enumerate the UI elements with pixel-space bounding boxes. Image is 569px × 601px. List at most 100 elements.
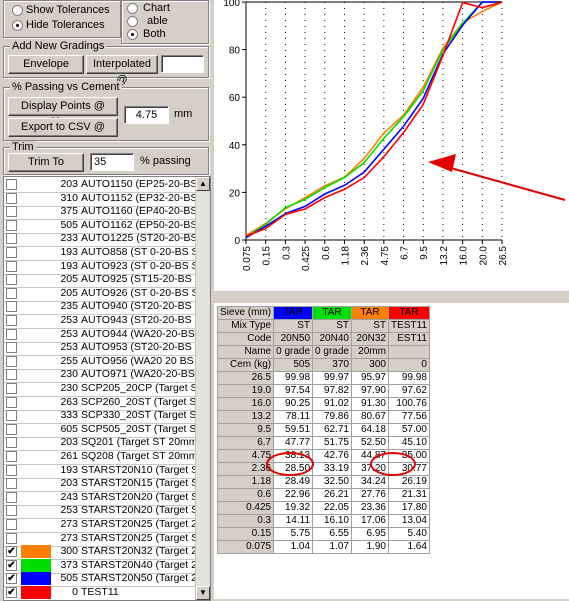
list-item-checkbox[interactable] <box>6 532 17 544</box>
list-item-color-swatch <box>21 450 51 463</box>
table-row: 0.425 19.32 22.05 23.36 17.80 <box>216 501 430 515</box>
table-meta-cell <box>387 345 430 359</box>
table-meta-cell: 20mm <box>350 345 389 359</box>
interpolated-button[interactable]: Interpolated @ <box>86 55 158 86</box>
scroll-up-arrow-icon[interactable]: ▲ <box>196 177 210 191</box>
table-cell: 26.21 <box>312 488 352 502</box>
list-item-checkbox[interactable] <box>6 274 17 286</box>
list-item-color-swatch <box>21 558 51 572</box>
annotation-arrow-head <box>428 154 456 172</box>
table-label[interactable]: able <box>147 15 168 28</box>
chart-radio[interactable] <box>127 3 138 14</box>
table-meta-cell: 0 grade <box>312 345 352 359</box>
interpolated-input[interactable] <box>161 55 204 73</box>
table-meta-cell: Cem (kg) <box>216 358 275 372</box>
list-item-checkbox[interactable] <box>6 192 17 204</box>
export-csv-button[interactable]: Export to CSV @ <box>8 118 118 137</box>
table-cell: 78.11 <box>273 410 314 424</box>
table-cell: 5.40 <box>387 527 430 541</box>
list-item-checkbox[interactable] <box>6 233 17 245</box>
list-item-checkbox[interactable] <box>6 491 17 503</box>
trim-to-button[interactable]: Trim To <box>8 153 84 172</box>
list-item-checkbox[interactable] <box>6 369 17 381</box>
show-tolerances-radio[interactable] <box>12 5 23 16</box>
list-item-checkbox[interactable] <box>6 355 17 367</box>
list-item-checkbox[interactable] <box>6 519 17 530</box>
hide-tolerances-radio[interactable] <box>12 20 23 31</box>
list-item-color-swatch <box>21 382 51 395</box>
list-item-checkbox[interactable] <box>6 301 17 313</box>
show-tolerances-label[interactable]: Show Tolerances <box>26 4 110 17</box>
table-header-cell[interactable]: TAR <box>273 306 314 320</box>
list-item-checkbox[interactable]: ✔ <box>6 573 17 585</box>
table-header-cell[interactable]: TAR <box>312 306 352 320</box>
passing-cement-title: % Passing vs Cement <box>10 81 122 93</box>
table-cell: 22.96 <box>273 488 314 502</box>
trim-input[interactable]: 35 <box>90 153 134 171</box>
list-item-checkbox[interactable] <box>6 478 17 490</box>
mix-list[interactable]: 203AUTO1150 (EP25-20-BS S1310AUTO1152 (E… <box>3 176 211 601</box>
list-item-color-swatch <box>21 423 51 436</box>
x-tick-label: 0.6 <box>321 246 332 260</box>
scroll-down-arrow-icon[interactable]: ▼ <box>196 586 210 600</box>
both-radio[interactable] <box>127 29 138 40</box>
list-item-checkbox[interactable] <box>6 464 17 476</box>
both-label[interactable]: Both <box>143 28 166 41</box>
envelope-button[interactable]: Envelope <box>8 55 84 74</box>
list-item-checkbox[interactable] <box>6 423 17 435</box>
list-item-checkbox[interactable] <box>6 437 17 449</box>
table-header-cell[interactable]: Sieve (mm) <box>216 306 275 320</box>
list-item-checkbox[interactable] <box>6 219 17 231</box>
list-item-color-swatch <box>21 504 51 517</box>
list-item-checkbox[interactable] <box>6 206 17 218</box>
table-cell: 62.71 <box>312 423 352 437</box>
table-meta-row: Mix Type ST ST ST TEST11 <box>216 319 430 333</box>
table-header-cell[interactable]: TAR <box>387 306 430 320</box>
list-item-checkbox[interactable] <box>6 383 17 394</box>
list-item-checkbox[interactable] <box>6 247 17 258</box>
list-item-checkbox[interactable]: ✔ <box>6 587 17 598</box>
list-item-checkbox[interactable] <box>6 287 17 299</box>
list-item-checkbox[interactable] <box>6 451 17 462</box>
list-item-checkbox[interactable] <box>6 342 17 354</box>
list-item-checkbox[interactable] <box>6 328 17 340</box>
annotation-arrow-shaft <box>439 164 566 201</box>
table-cell: 64.18 <box>350 423 389 437</box>
table-cell: 22.05 <box>312 501 352 515</box>
table-header-cell[interactable]: TAR <box>350 306 389 320</box>
table-cell: 21.31 <box>387 488 430 502</box>
list-item-checkbox[interactable] <box>6 260 17 272</box>
table-cell: 6.7 <box>216 436 275 450</box>
list-item-checkbox[interactable] <box>6 505 17 517</box>
table-radio[interactable] <box>127 16 138 27</box>
table-cell: 57.00 <box>387 423 430 437</box>
splitter[interactable] <box>214 293 569 301</box>
table-meta-cell: Name <box>216 345 275 359</box>
list-item-checkbox[interactable] <box>6 315 17 326</box>
list-item-checkbox[interactable] <box>6 396 17 408</box>
table-cell: 28.49 <box>273 475 314 489</box>
list-item-color-swatch <box>21 355 51 368</box>
list-item-checkbox[interactable] <box>6 410 17 422</box>
mix-list-scrollbar[interactable]: ▲ ▼ <box>195 177 210 600</box>
list-item-checkbox[interactable] <box>6 179 17 190</box>
table-cell: 0.6 <box>216 488 275 502</box>
table-cell: 17.80 <box>387 501 430 515</box>
hide-tolerances-label[interactable]: Hide Tolerances <box>26 19 105 32</box>
display-points-button[interactable]: Display Points @ Sieve <box>8 97 118 128</box>
y-tick-label: 80 <box>229 46 241 57</box>
trim-group: Trim Trim To 35 % passing <box>3 141 209 175</box>
x-tick-label: 16.0 <box>459 246 470 266</box>
sieve-input[interactable]: 4.75 <box>124 106 169 124</box>
list-item-color-swatch <box>21 368 51 381</box>
sieve-table-panel: Sieve (mm) TAR TAR TAR TAR Mix Type ST ST ST TEST… <box>214 303 569 599</box>
x-tick-label: 2.36 <box>360 246 371 266</box>
table-row: 0.6 22.96 26.21 27.76 21.31 <box>216 488 430 502</box>
list-item-checkbox[interactable]: ✔ <box>6 559 17 571</box>
list-item-color-swatch <box>21 192 51 205</box>
table-cell: 99.97 <box>312 371 352 385</box>
chart-label[interactable]: Chart <box>143 2 170 15</box>
y-tick-label: 40 <box>229 141 241 152</box>
list-item-checkbox[interactable]: ✔ <box>6 546 17 558</box>
table-meta-row: Code 20N50 20N40 20N32 EST11 <box>216 332 430 346</box>
